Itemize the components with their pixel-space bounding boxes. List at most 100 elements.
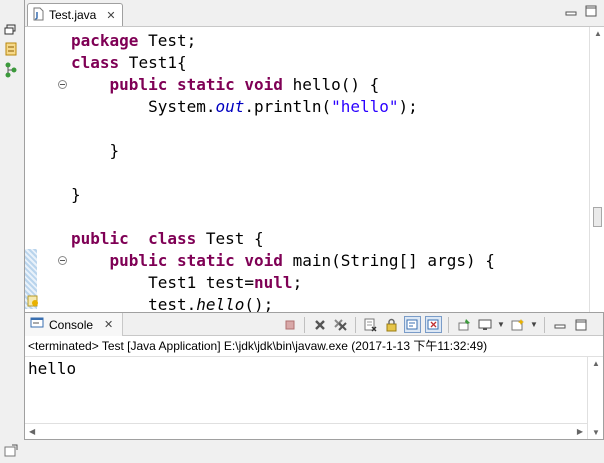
code-token: public xyxy=(109,251,168,270)
code-token: package xyxy=(71,31,139,50)
editor-tab-test-java[interactable]: J Test.java ✕ xyxy=(27,3,123,26)
scroll-right-icon[interactable]: ▶ xyxy=(577,427,583,436)
toolbar-separator xyxy=(355,316,356,333)
clear-console-icon[interactable] xyxy=(362,316,379,333)
restore-icon[interactable] xyxy=(4,24,18,38)
scroll-down-icon[interactable]: ▼ xyxy=(592,428,600,437)
code-token: } xyxy=(71,141,120,160)
code-token: void xyxy=(244,75,283,94)
console-vertical-scrollbar[interactable]: ▲ ▼ xyxy=(587,357,603,439)
code-line[interactable]: public static void main(String[] args) { xyxy=(71,250,495,272)
console-output[interactable]: hello xyxy=(28,359,76,379)
code-token: } xyxy=(71,185,81,204)
code-line[interactable]: class Test1{ xyxy=(71,52,495,74)
console-header: Console ✕ ▼ ▼ xyxy=(25,313,603,336)
code-token: class xyxy=(148,229,197,248)
code-content[interactable]: package Test; class Test1{ public static … xyxy=(71,30,495,312)
code-editor[interactable]: package Test; class Test1{ public static … xyxy=(25,26,604,312)
editor-window-controls xyxy=(565,5,597,17)
console-icon xyxy=(30,317,44,332)
code-token: System. xyxy=(71,97,216,116)
console-view: Console ✕ ▼ ▼ <terminated> Test [Java Ap… xyxy=(24,312,604,440)
code-token: .println( xyxy=(244,97,332,116)
code-line[interactable]: } xyxy=(71,140,495,162)
console-tab[interactable]: Console ✕ xyxy=(25,313,123,336)
code-token: "hello" xyxy=(331,97,399,116)
maximize-icon[interactable] xyxy=(585,5,597,17)
fold-collapse-icon[interactable] xyxy=(58,256,67,265)
code-token: Test { xyxy=(196,229,264,248)
console-tab-label: Console xyxy=(49,317,94,332)
close-icon[interactable]: ✕ xyxy=(106,9,115,22)
open-console-icon[interactable] xyxy=(509,316,526,333)
hierarchy-icon[interactable] xyxy=(4,62,18,78)
warning-icon[interactable] xyxy=(27,295,39,307)
code-line[interactable] xyxy=(71,162,495,184)
code-token: test. xyxy=(71,295,197,312)
scroll-left-icon[interactable]: ◀ xyxy=(29,427,35,436)
remove-all-terminated-icon[interactable] xyxy=(332,316,349,333)
code-token: static xyxy=(176,75,235,94)
console-horizontal-scrollbar[interactable]: ◀ ▶ xyxy=(25,423,587,439)
code-token: public xyxy=(109,75,168,94)
code-token: hello xyxy=(196,295,245,312)
minimize-icon[interactable] xyxy=(551,316,568,333)
code-line[interactable]: package Test; xyxy=(71,30,495,52)
editor-area: J Test.java ✕ package Test; class Test1{ … xyxy=(24,0,604,312)
code-token: void xyxy=(244,251,283,270)
chevron-down-icon[interactable]: ▼ xyxy=(497,320,505,329)
code-token: (); xyxy=(244,295,274,312)
code-line[interactable]: System.out.println("hello"); xyxy=(71,96,495,118)
remove-launch-icon[interactable] xyxy=(311,316,328,333)
code-token: public xyxy=(71,229,129,248)
maximize-icon[interactable] xyxy=(572,316,589,333)
fold-collapse-icon[interactable] xyxy=(58,80,67,89)
code-token: hello() { xyxy=(282,75,380,94)
show-on-stdout-icon[interactable] xyxy=(404,316,421,333)
scroll-up-icon[interactable]: ▲ xyxy=(592,359,600,368)
code-token: Test1{ xyxy=(119,53,187,72)
toolbar-separator xyxy=(304,316,305,333)
code-line[interactable]: } xyxy=(71,184,495,206)
code-line[interactable] xyxy=(71,206,495,228)
code-token: main(String[] args) { xyxy=(282,251,495,270)
chevron-down-icon[interactable]: ▼ xyxy=(530,320,538,329)
toolbar-separator xyxy=(448,316,449,333)
package-explorer-icon[interactable] xyxy=(4,42,18,56)
code-token: Test; xyxy=(138,31,197,50)
scroll-thumb[interactable] xyxy=(593,207,602,227)
code-line[interactable]: Test1 test=null; xyxy=(71,272,495,294)
code-token: out xyxy=(215,97,245,116)
display-selected-console-icon[interactable] xyxy=(476,316,493,333)
minimize-icon[interactable] xyxy=(565,5,577,17)
scroll-lock-icon[interactable] xyxy=(383,316,400,333)
scroll-up-icon[interactable]: ▲ xyxy=(594,29,602,38)
status-bar xyxy=(0,440,604,463)
fast-view-icon[interactable] xyxy=(4,444,18,461)
code-token: ; xyxy=(292,273,303,292)
code-line[interactable]: public class Test { xyxy=(71,228,495,250)
code-token: class xyxy=(71,53,120,72)
code-token: static xyxy=(176,251,235,270)
code-token: null xyxy=(254,273,293,292)
pin-console-icon[interactable] xyxy=(455,316,472,333)
code-line[interactable]: public static void hello() { xyxy=(71,74,495,96)
code-line[interactable] xyxy=(71,118,495,140)
code-token: Test1 test= xyxy=(71,273,255,292)
terminate-icon[interactable] xyxy=(281,316,298,333)
console-status-line: <terminated> Test [Java Application] E:\… xyxy=(25,336,603,357)
svg-text:J: J xyxy=(35,11,39,20)
editor-tab-label: Test.java xyxy=(49,8,97,22)
close-icon[interactable]: ✕ xyxy=(104,318,113,331)
left-trim-bar xyxy=(0,0,24,463)
code-line[interactable]: test.hello(); xyxy=(71,294,495,312)
editor-vertical-scrollbar[interactable]: ▲ xyxy=(589,27,604,312)
show-on-stderr-icon[interactable] xyxy=(425,316,442,333)
